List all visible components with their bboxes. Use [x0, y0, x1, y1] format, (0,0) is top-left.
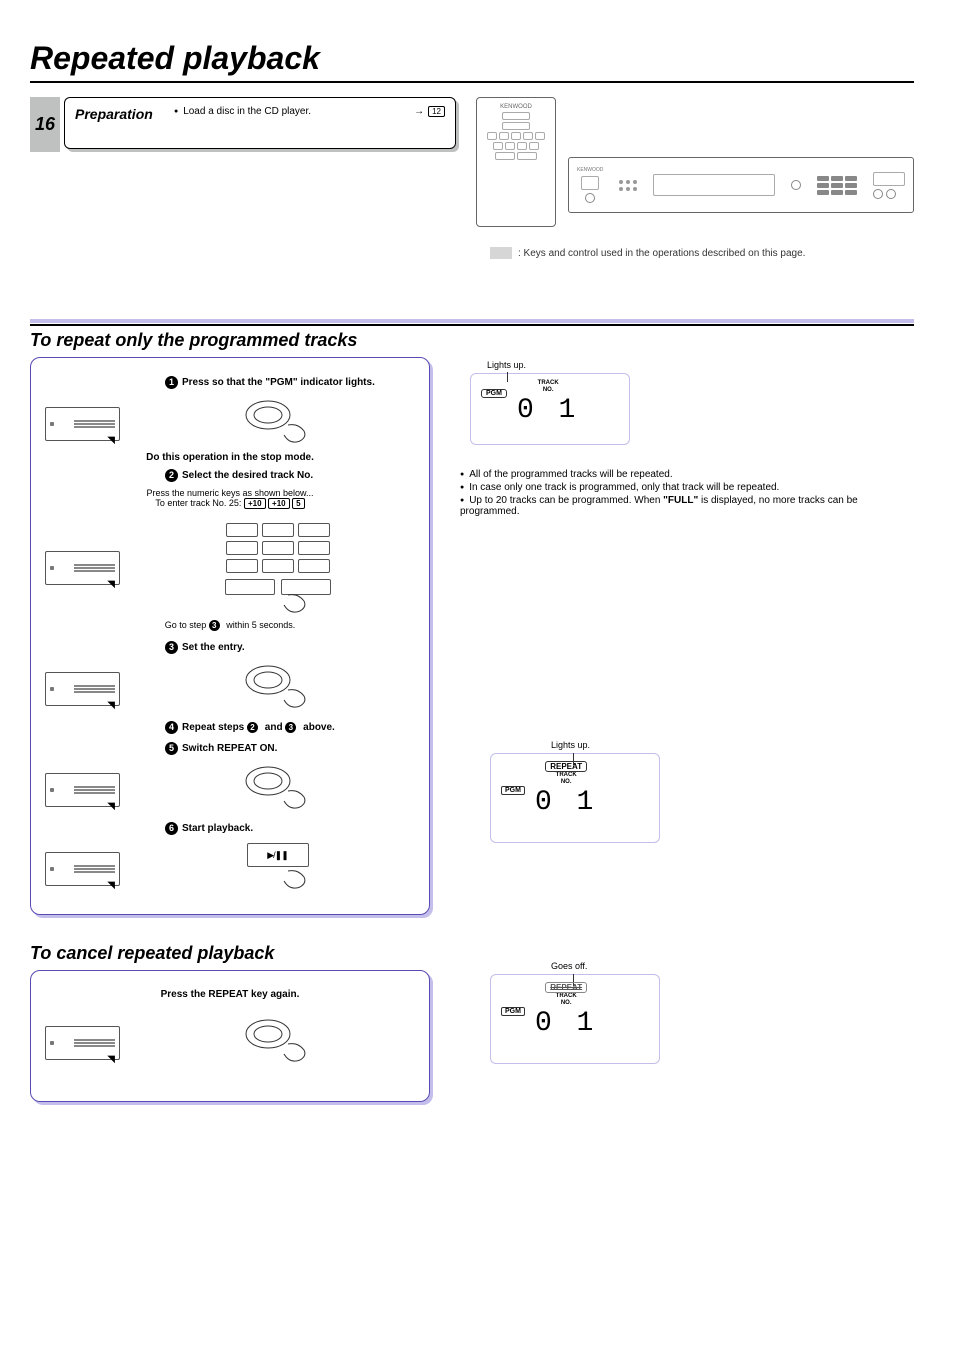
play-pause-button-illustration [140, 843, 415, 894]
pgm-indicator: PGM [501, 786, 525, 795]
step-3-title: Set the entry. [182, 642, 245, 653]
ref-step-3-icon: 3 [209, 620, 220, 631]
divider [30, 324, 914, 326]
step-6-title: Start playback. [182, 823, 253, 834]
title-underline [30, 81, 914, 83]
track-no-value: 0 1 [517, 397, 579, 425]
remote-mini-illustration: ◥ [45, 1026, 120, 1060]
info-line-2: In case only one track is programmed, on… [460, 482, 914, 493]
play-pause-icon [247, 843, 309, 867]
remote-mini-illustration: ◥ [45, 672, 120, 706]
numeric-keypad-illustration [140, 517, 415, 618]
cancel-step-title: Press the REPEAT key again. [45, 989, 415, 1000]
key-plus10-a: +10 [244, 498, 266, 509]
preparation-box: Preparation Load a disc in the CD player… [64, 97, 456, 149]
step-5-title: Switch REPEAT ON. [182, 743, 277, 754]
info-line-3: Up to 20 tracks can be programmed. When … [460, 495, 914, 517]
dots-icon [619, 180, 637, 191]
step-4-title-c: above. [300, 722, 334, 733]
pgm-indicator: PGM [501, 1007, 525, 1016]
hand-press-illustration [140, 397, 415, 450]
step-2-note-b: within 5 seconds. [224, 620, 296, 630]
info-line-1: All of the programmed tracks will be rep… [460, 469, 914, 480]
steps-box-b: Press the REPEAT key again. ◥ [30, 970, 430, 1102]
stereo-unit-illustration: KENWOOD [568, 157, 914, 213]
track-no-label: TRACK NO. [535, 772, 597, 785]
hand-press-illustration [140, 1016, 415, 1069]
step-2-note-a: Go to step [165, 620, 209, 630]
remote-mini-illustration: ◥ [45, 852, 120, 886]
hand-press-illustration [140, 662, 415, 715]
page-number-badge: 16 [30, 97, 60, 152]
legend-swatch [490, 247, 512, 259]
track-no-value: 0 1 [535, 789, 597, 817]
page-ref-box: 12 [428, 106, 445, 117]
preparation-page-ref: → 12 [414, 106, 445, 117]
accent-bar [30, 319, 914, 323]
pointer-icon: ◥ [107, 435, 115, 446]
step-1-title: Press so that the "PGM" indicator lights… [182, 377, 375, 388]
repeat-indicator: REPEAT [545, 761, 587, 772]
arrow-icon: → [414, 106, 424, 117]
legend-text: : Keys and control used in the operation… [518, 248, 805, 259]
step-1-icon: 1 [165, 376, 178, 389]
remote-mini-illustration: ◥ [45, 551, 120, 585]
step-3-icon: 3 [165, 641, 178, 654]
remote-illustration: KENWOOD [476, 97, 556, 227]
display-repeat-lights: Lights up. PGM REPEAT TRACK NO. 0 1 [490, 753, 660, 843]
step-2-icon: 2 [165, 469, 178, 482]
display-pgm-lights: Lights up. PGM TRACK NO. 0 1 [470, 373, 630, 445]
track-no-value: 0 1 [535, 1010, 597, 1038]
display-caption-1: Lights up. [487, 360, 526, 370]
preparation-text: Load a disc in the CD player. [174, 106, 311, 117]
step-2-title: Select the desired track No. [182, 470, 313, 481]
display-caption-3: Goes off. [551, 961, 587, 971]
section-heading-b: To cancel repeated playback [30, 943, 914, 964]
button-grid-icon [817, 176, 857, 195]
display-caption-2: Lights up. [551, 740, 590, 750]
track-no-label: TRACK NO. [535, 993, 597, 1006]
step-5-icon: 5 [165, 742, 178, 755]
ref-step-2-icon: 2 [247, 722, 258, 733]
step-4-title-b: and [262, 722, 285, 733]
key-5: 5 [292, 498, 304, 509]
knob-icon [585, 193, 595, 203]
ref-step-3b-icon: 3 [285, 722, 296, 733]
section-heading-a: To repeat only the programmed tracks [30, 330, 914, 351]
key-plus10-b: +10 [268, 498, 290, 509]
pgm-indicator: PGM [481, 389, 507, 398]
hand-press-illustration [140, 763, 415, 816]
remote-mini-illustration: ◥ [45, 773, 120, 807]
track-no-label: TRACK NO. [517, 380, 579, 393]
step-6-icon: 6 [165, 822, 178, 835]
page-title: Repeated playback [30, 40, 914, 77]
info-notes: All of the programmed tracks will be rep… [460, 469, 914, 517]
repeat-indicator-off: REPEAT [545, 982, 587, 993]
remote-mini-illustration: ◥ [45, 407, 120, 441]
step-4-title-a: Repeat steps [182, 722, 247, 733]
step-2-line2: To enter track No. 25: [155, 498, 241, 508]
steps-box-a: 1 Press so that the "PGM" indicator light… [30, 357, 430, 915]
step-2-line1: Press the numeric keys as shown below... [146, 488, 313, 498]
step-4-icon: 4 [165, 721, 178, 734]
step-1-note: Do this operation in the stop mode. [45, 452, 415, 463]
preparation-label: Preparation [75, 106, 170, 122]
display-repeat-off: Goes off. PGM REPEAT TRACK NO. 0 1 [490, 974, 660, 1064]
